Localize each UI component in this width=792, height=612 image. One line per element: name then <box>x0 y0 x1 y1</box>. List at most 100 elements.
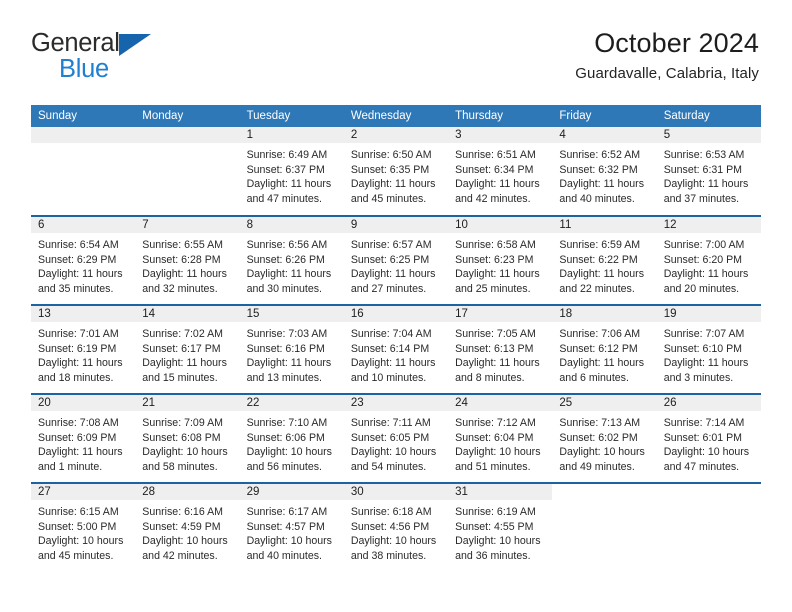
day-cell-11[interactable]: 11 Sunrise: 6:59 AM Sunset: 6:22 PM Dayligh… <box>552 215 657 305</box>
daylight-text-line2: and 51 minutes. <box>455 460 531 473</box>
sunset-text: Sunset: 6:19 PM <box>38 342 117 355</box>
day-cell-17[interactable]: 17 Sunrise: 7:05 AM Sunset: 6:13 PM Dayligh… <box>448 304 553 394</box>
day-cell-26[interactable]: 26 Sunrise: 7:14 AM Sunset: 6:01 PM Dayligh… <box>656 393 761 483</box>
day-number: 3 <box>448 127 553 143</box>
day-cell-1[interactable]: 1 Sunrise: 6:49 AM Sunset: 6:37 PM Daylight… <box>239 127 344 216</box>
sunset-text: Sunset: 6:04 PM <box>455 431 534 444</box>
sunset-text: Sunset: 6:10 PM <box>663 342 743 355</box>
day-number: 18 <box>552 306 657 322</box>
daylight-text-line1: Daylight: 10 hours <box>663 446 750 459</box>
general-blue-logo[interactable]: General Blue <box>31 26 181 88</box>
daylight-text-line1: Daylight: 10 hours <box>350 446 437 459</box>
day-cell-27[interactable]: 27 Sunrise: 6:15 AM Sunset: 5:00 PM Dayligh… <box>31 482 136 572</box>
day-details: Sunrise: 6:55 AM Sunset: 6:28 PM Daylight:… <box>135 233 239 296</box>
day-cell-14[interactable]: 14 Sunrise: 7:02 AM Sunset: 6:17 PM Dayligh… <box>135 304 240 394</box>
sunset-text: Sunset: 6:22 PM <box>559 253 638 266</box>
day-cell-19[interactable]: 19 Sunrise: 7:07 AM Sunset: 6:10 PM Dayligh… <box>656 304 761 394</box>
day-details: Sunrise: 6:54 AM Sunset: 6:29 PM Daylight:… <box>31 233 135 296</box>
sunset-text: Sunset: 6:34 PM <box>455 163 534 176</box>
sunset-text: Sunset: 6:20 PM <box>663 253 743 266</box>
daylight-text-line1: Daylight: 11 hours <box>38 446 123 459</box>
day-number: 25 <box>552 395 657 411</box>
day-number <box>31 127 136 143</box>
daylight-text-line2: and 27 minutes. <box>350 282 427 295</box>
day-number: 24 <box>448 395 553 411</box>
daylight-text-line2: and 47 minutes. <box>663 460 740 473</box>
day-cell-18[interactable]: 18 Sunrise: 7:06 AM Sunset: 6:12 PM Dayligh… <box>552 304 657 394</box>
day-cell-25[interactable]: 25 Sunrise: 7:13 AM Sunset: 6:02 PM Dayligh… <box>552 393 657 483</box>
day-cell-20[interactable]: 20 Sunrise: 7:08 AM Sunset: 6:09 PM Dayligh… <box>31 393 136 483</box>
calendar-week-row: 20 Sunrise: 7:08 AM Sunset: 6:09 PM Dayligh… <box>31 393 761 483</box>
weekday-header-monday: Monday <box>135 105 240 127</box>
day-cell-23[interactable]: 23 Sunrise: 7:11 AM Sunset: 6:05 PM Dayligh… <box>343 393 449 483</box>
day-details: Sunrise: 6:53 AM Sunset: 6:31 PM Daylight:… <box>657 143 761 206</box>
day-cell-5[interactable]: 5 Sunrise: 6:53 AM Sunset: 6:31 PM Daylight… <box>656 127 761 216</box>
calendar-grid: Sunday Monday Tuesday Wednesday Thursday Frid… <box>31 105 761 572</box>
page-title: October 2024 <box>594 28 759 58</box>
title-block: October 2024 Guardavalle, Calabria, Ital… <box>575 26 759 85</box>
daylight-text-line2: and 22 minutes. <box>559 282 635 295</box>
daylight-text-line1: Daylight: 11 hours <box>38 357 123 370</box>
day-number: 28 <box>135 484 240 500</box>
daylight-text-line2: and 6 minutes. <box>559 371 629 384</box>
day-cell-8[interactable]: 8 Sunrise: 6:56 AM Sunset: 6:26 PM Daylight… <box>239 215 344 305</box>
daylight-text-line2: and 38 minutes. <box>350 549 427 562</box>
day-cell-28[interactable]: 28 Sunrise: 6:16 AM Sunset: 4:59 PM Dayligh… <box>135 482 240 572</box>
sunrise-text: Sunrise: 6:55 AM <box>142 239 223 251</box>
day-details: Sunrise: 7:11 AM Sunset: 6:05 PM Daylight:… <box>344 411 448 474</box>
daylight-text-line1: Daylight: 11 hours <box>663 268 749 281</box>
sunrise-text: Sunrise: 6:58 AM <box>455 239 536 251</box>
day-number: 29 <box>239 484 344 500</box>
daylight-text-line2: and 42 minutes. <box>455 192 531 205</box>
day-number: 23 <box>343 395 449 411</box>
day-cell-7[interactable]: 7 Sunrise: 6:55 AM Sunset: 6:28 PM Daylight… <box>135 215 240 305</box>
sunset-text: Sunset: 6:01 PM <box>663 431 743 444</box>
sunrise-text: Sunrise: 6:57 AM <box>350 239 432 251</box>
sunset-text: Sunset: 6:02 PM <box>559 431 638 444</box>
day-cell-6[interactable]: 6 Sunrise: 6:54 AM Sunset: 6:29 PM Daylight… <box>31 215 136 305</box>
day-cell-10[interactable]: 10 Sunrise: 6:58 AM Sunset: 6:23 PM Dayligh… <box>448 215 553 305</box>
day-number: 6 <box>31 217 136 233</box>
day-details: Sunrise: 7:05 AM Sunset: 6:13 PM Daylight:… <box>448 322 552 385</box>
daylight-text-line2: and 45 minutes. <box>350 192 427 205</box>
weekday-header-saturday: Saturday <box>656 105 761 127</box>
day-cell-2[interactable]: 2 Sunrise: 6:50 AM Sunset: 6:35 PM Daylight… <box>343 127 449 216</box>
weekday-header-sunday: Sunday <box>31 105 136 127</box>
day-cell-12[interactable]: 12 Sunrise: 7:00 AM Sunset: 6:20 PM Dayligh… <box>656 215 761 305</box>
day-number: 22 <box>239 395 344 411</box>
day-cell-13[interactable]: 13 Sunrise: 7:01 AM Sunset: 6:19 PM Dayligh… <box>31 304 136 394</box>
day-cell-empty <box>135 127 240 216</box>
calendar-header-row: Sunday Monday Tuesday Wednesday Thursday Frid… <box>31 105 761 127</box>
day-cell-30[interactable]: 30 Sunrise: 6:18 AM Sunset: 4:56 PM Dayligh… <box>343 482 449 572</box>
day-cell-21[interactable]: 21 Sunrise: 7:09 AM Sunset: 6:08 PM Dayligh… <box>135 393 240 483</box>
daylight-text-line2: and 20 minutes. <box>663 282 740 295</box>
day-details: Sunrise: 7:02 AM Sunset: 6:17 PM Daylight:… <box>135 322 239 385</box>
day-number: 16 <box>343 306 449 322</box>
day-details: Sunrise: 6:16 AM Sunset: 4:59 PM Daylight:… <box>135 500 239 563</box>
day-cell-15[interactable]: 15 Sunrise: 7:03 AM Sunset: 6:16 PM Dayligh… <box>239 304 344 394</box>
daylight-text-line1: Daylight: 11 hours <box>246 178 332 191</box>
day-cell-22[interactable]: 22 Sunrise: 7:10 AM Sunset: 6:06 PM Dayligh… <box>239 393 344 483</box>
day-cell-24[interactable]: 24 Sunrise: 7:12 AM Sunset: 6:04 PM Dayligh… <box>448 393 553 483</box>
day-cell-4[interactable]: 4 Sunrise: 6:52 AM Sunset: 6:32 PM Daylight… <box>552 127 657 216</box>
day-cell-31[interactable]: 31 Sunrise: 6:19 AM Sunset: 4:55 PM Dayligh… <box>448 482 553 572</box>
day-cell-16[interactable]: 16 Sunrise: 7:04 AM Sunset: 6:14 PM Dayligh… <box>343 304 449 394</box>
day-details: Sunrise: 7:08 AM Sunset: 6:09 PM Daylight:… <box>31 411 135 474</box>
day-number: 1 <box>239 127 344 143</box>
day-cell-3[interactable]: 3 Sunrise: 6:51 AM Sunset: 6:34 PM Daylight… <box>448 127 553 216</box>
sunrise-text: Sunrise: 6:18 AM <box>350 506 432 518</box>
day-cell-29[interactable]: 29 Sunrise: 6:17 AM Sunset: 4:57 PM Dayligh… <box>239 482 344 572</box>
sunrise-text: Sunrise: 6:16 AM <box>142 506 223 518</box>
day-details: Sunrise: 7:00 AM Sunset: 6:20 PM Daylight:… <box>657 233 761 296</box>
sunset-text: Sunset: 6:13 PM <box>455 342 534 355</box>
sunset-text: Sunset: 6:25 PM <box>350 253 430 266</box>
sunset-text: Sunset: 4:57 PM <box>246 520 325 533</box>
sunrise-text: Sunrise: 6:56 AM <box>246 239 328 251</box>
daylight-text-line1: Daylight: 10 hours <box>246 535 332 548</box>
daylight-text-line1: Daylight: 11 hours <box>142 268 227 281</box>
sunrise-text: Sunrise: 6:17 AM <box>246 506 328 518</box>
day-cell-9[interactable]: 9 Sunrise: 6:57 AM Sunset: 6:25 PM Daylight… <box>343 215 449 305</box>
sunrise-text: Sunrise: 7:01 AM <box>38 328 119 340</box>
day-details: Sunrise: 6:52 AM Sunset: 6:32 PM Daylight:… <box>552 143 656 206</box>
day-number: 7 <box>135 217 240 233</box>
